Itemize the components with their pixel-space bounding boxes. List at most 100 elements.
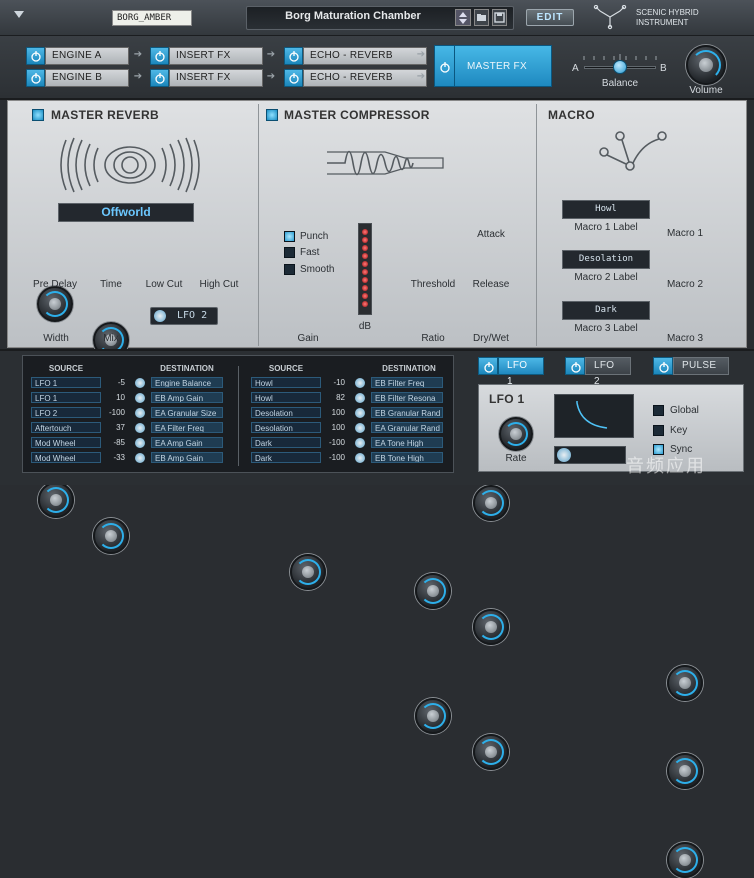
matrix-amount[interactable]: 10	[103, 393, 125, 402]
echo-reverb-b-slot[interactable]: ECHO - REVERB	[284, 69, 427, 87]
amount-knob-icon[interactable]	[355, 408, 365, 418]
smooth-checkbox[interactable]	[284, 264, 295, 275]
tab-lfo-1[interactable]: LFO 1	[478, 357, 544, 387]
engine-a-slot[interactable]: ENGINE A	[26, 47, 129, 65]
macro-2-knob[interactable]	[667, 753, 703, 789]
global-checkbox[interactable]	[653, 405, 664, 416]
amount-knob-icon[interactable]	[135, 423, 145, 433]
fast-checkbox[interactable]	[284, 247, 295, 258]
power-icon[interactable]	[565, 357, 585, 375]
mode-smooth[interactable]: Smooth	[284, 264, 334, 275]
matrix-destination-cell[interactable]: EB Filter Resona	[371, 392, 443, 403]
power-icon[interactable]	[478, 357, 498, 375]
preset-up-down-icon[interactable]	[455, 9, 471, 26]
preset-name[interactable]: Borg Maturation Chamber	[258, 10, 448, 22]
macro-1-name-field[interactable]: Howl	[562, 200, 650, 219]
amount-knob-icon[interactable]	[355, 423, 365, 433]
matrix-amount[interactable]: -100	[103, 408, 125, 417]
echo-reverb-a-slot[interactable]: ECHO - REVERB	[284, 47, 427, 65]
matrix-amount[interactable]: 100	[323, 423, 345, 432]
power-icon[interactable]	[26, 47, 45, 65]
matrix-source-cell[interactable]: Mod Wheel	[31, 437, 101, 448]
matrix-amount[interactable]: 37	[103, 423, 125, 432]
matrix-amount[interactable]: 82	[323, 393, 345, 402]
echo-reverb-b-label[interactable]: ECHO - REVERB	[303, 69, 427, 87]
macro-3-knob[interactable]	[667, 842, 703, 878]
matrix-destination-cell[interactable]: EA Filter Freq	[151, 422, 223, 433]
engine-b-label[interactable]: ENGINE B	[45, 69, 129, 87]
lfo-amount-thumb[interactable]	[557, 448, 571, 462]
save-icon[interactable]	[492, 9, 507, 26]
threshold-knob[interactable]	[415, 573, 451, 609]
compressor-enable-led[interactable]	[266, 109, 278, 121]
macro-1-knob[interactable]	[667, 665, 703, 701]
matrix-source-cell[interactable]: Desolation	[251, 422, 321, 433]
matrix-destination-cell[interactable]: EB Granular Rand	[371, 407, 443, 418]
width-knob[interactable]	[38, 482, 74, 518]
mix-knob[interactable]	[93, 518, 129, 554]
lfo-amount-slider[interactable]	[554, 446, 626, 464]
reverb-lfo-select[interactable]: LFO 2	[150, 307, 218, 325]
matrix-amount[interactable]: -5	[103, 378, 125, 387]
matrix-source-cell[interactable]: Howl	[251, 392, 321, 403]
power-icon[interactable]	[435, 46, 455, 86]
matrix-destination-cell[interactable]: EB Amp Gain	[151, 392, 223, 403]
balance-slider-thumb[interactable]	[613, 60, 627, 74]
engine-b-slot[interactable]: ENGINE B	[26, 69, 129, 87]
matrix-source-cell[interactable]: LFO 1	[31, 377, 101, 388]
power-icon[interactable]	[26, 69, 45, 87]
edit-button[interactable]: EDIT	[526, 9, 574, 26]
amount-knob-icon[interactable]	[135, 378, 145, 388]
volume-knob[interactable]	[686, 45, 726, 85]
punch-checkbox[interactable]	[284, 231, 295, 242]
insert-fx-b-label[interactable]: INSERT FX	[169, 69, 263, 87]
amount-knob-icon[interactable]	[355, 453, 365, 463]
release-knob[interactable]	[473, 609, 509, 645]
mode-punch[interactable]: Punch	[284, 231, 328, 242]
lfo-key-option[interactable]: Key	[653, 425, 687, 436]
amount-knob-icon[interactable]	[355, 393, 365, 403]
matrix-source-cell[interactable]: Howl	[251, 377, 321, 388]
lfo-rate-knob[interactable]	[499, 417, 533, 451]
matrix-destination-cell[interactable]: EA Amp Gain	[151, 437, 223, 448]
matrix-destination-cell[interactable]: EA Granular Rand	[371, 422, 443, 433]
engine-a-label[interactable]: ENGINE A	[45, 47, 129, 65]
menu-arrow-icon[interactable]	[14, 11, 24, 18]
lfo-waveform-display[interactable]	[554, 394, 634, 438]
amount-knob-icon[interactable]	[355, 378, 365, 388]
tab-pulse[interactable]: PULSE	[653, 357, 729, 375]
macro-3-name-field[interactable]: Dark	[562, 301, 650, 320]
folder-icon[interactable]	[474, 9, 489, 26]
matrix-amount[interactable]: -10	[323, 378, 345, 387]
insert-fx-a-slot[interactable]: INSERT FX	[150, 47, 263, 65]
matrix-source-cell[interactable]: Desolation	[251, 407, 321, 418]
insert-fx-b-slot[interactable]: INSERT FX	[150, 69, 263, 87]
matrix-destination-cell[interactable]: EB Amp Gain	[151, 452, 223, 463]
gain-knob[interactable]	[290, 554, 326, 590]
patch-name-tag[interactable]: BORG_AMBER	[112, 10, 192, 26]
ratio-knob[interactable]	[415, 698, 451, 734]
tab-lfo-2[interactable]: LFO 2	[565, 357, 631, 387]
matrix-source-cell[interactable]: Mod Wheel	[31, 452, 101, 463]
attack-knob[interactable]	[473, 485, 509, 521]
matrix-destination-cell[interactable]: EB Tone High	[371, 452, 443, 463]
matrix-destination-cell[interactable]: EB Filter Freq	[371, 377, 443, 388]
pre-delay-knob[interactable]	[37, 286, 73, 322]
master-fx-button[interactable]: MASTER FX	[434, 45, 552, 87]
amount-knob-icon[interactable]	[135, 453, 145, 463]
matrix-source-cell[interactable]: Dark	[251, 437, 321, 448]
power-icon[interactable]	[284, 47, 303, 65]
power-icon[interactable]	[150, 69, 169, 87]
matrix-amount[interactable]: -33	[103, 453, 125, 462]
lfo-global-option[interactable]: Global	[653, 405, 699, 416]
amount-knob-icon[interactable]	[355, 438, 365, 448]
mode-fast[interactable]: Fast	[284, 247, 319, 258]
tab-pulse-label[interactable]: PULSE	[673, 357, 729, 375]
power-icon[interactable]	[284, 69, 303, 87]
matrix-amount[interactable]: -85	[103, 438, 125, 447]
reverb-algorithm-display[interactable]: Offworld	[58, 203, 194, 222]
amount-knob-icon[interactable]	[135, 408, 145, 418]
matrix-source-cell[interactable]: LFO 1	[31, 392, 101, 403]
mod-amount-icon[interactable]	[154, 310, 166, 322]
dry-wet-knob[interactable]	[473, 734, 509, 770]
